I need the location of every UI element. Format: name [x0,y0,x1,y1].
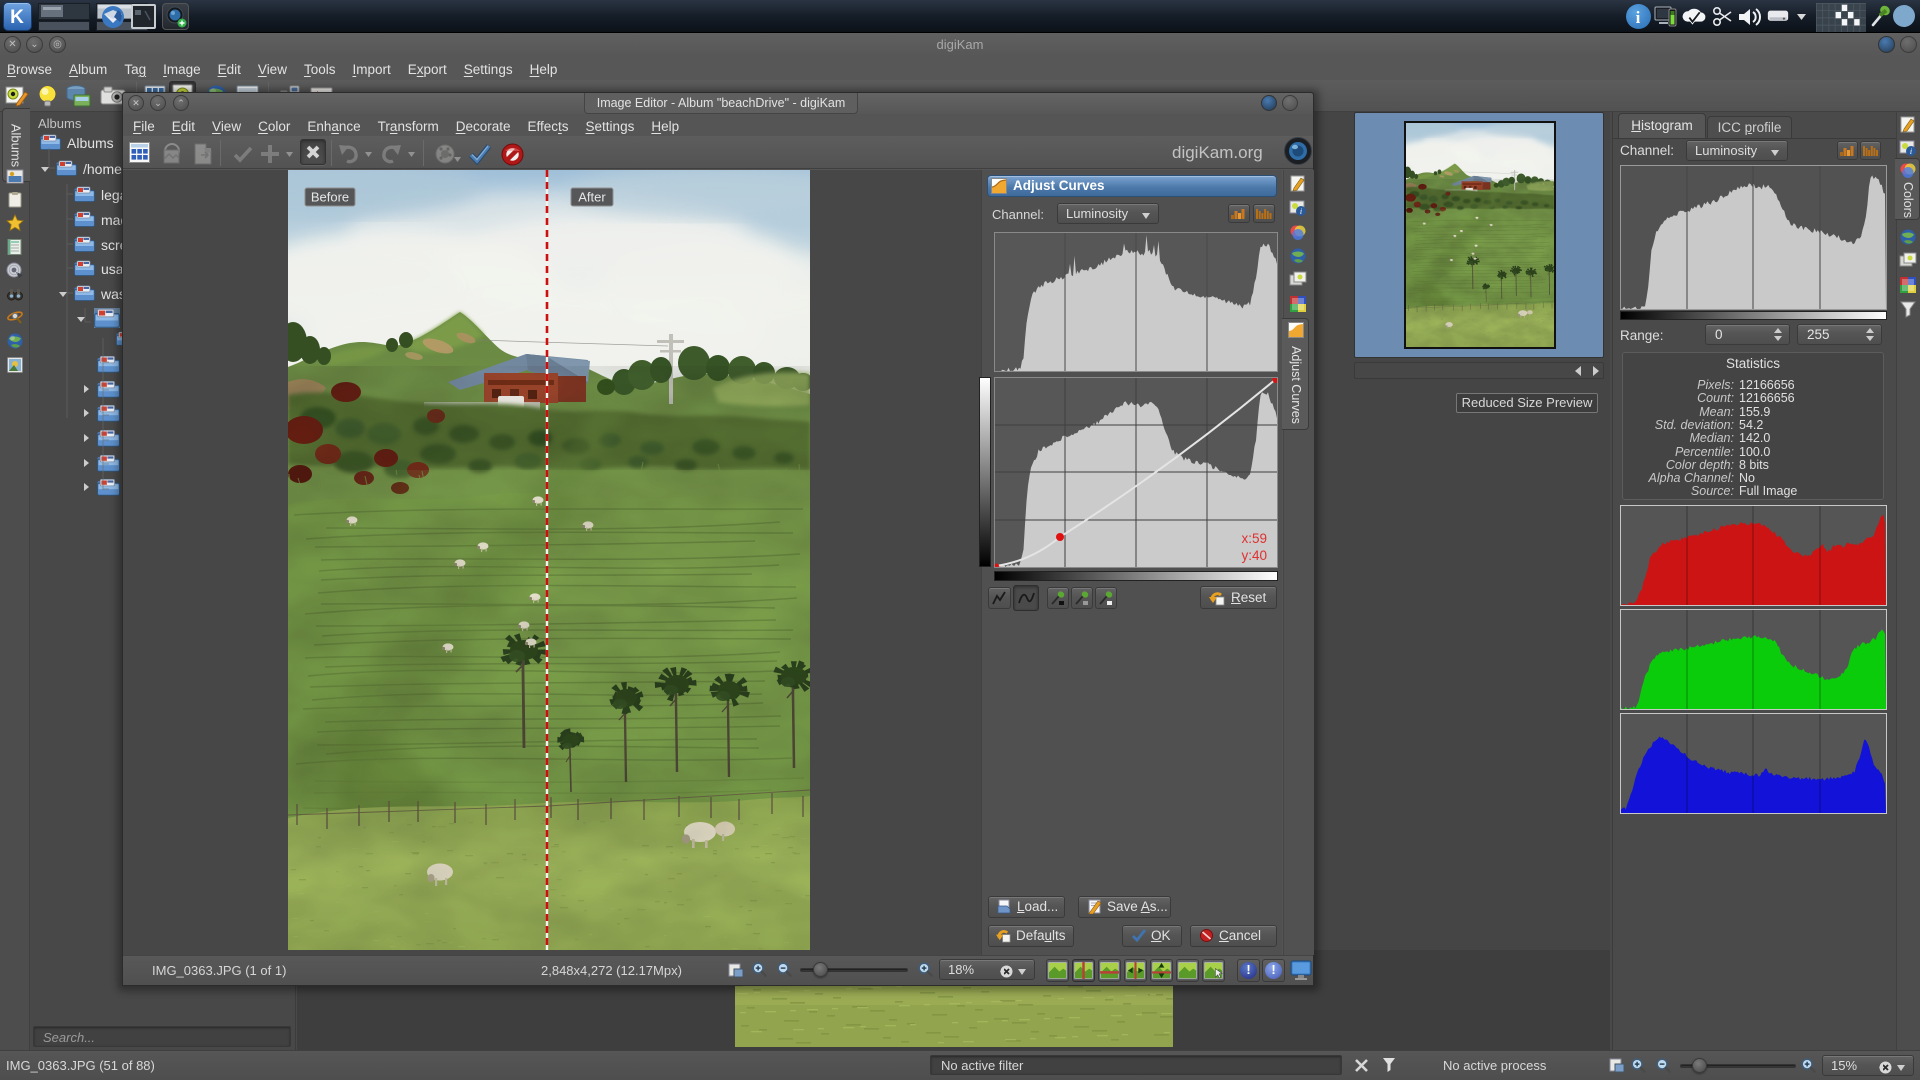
svg-text:x:59: x:59 [1241,531,1267,546]
svg-text:i: i [1636,8,1641,27]
svg-text:i: i [1910,147,1912,156]
svg-text:K: K [10,7,24,28]
svg-text:i: i [1300,207,1302,216]
svg-text:After: After [578,190,606,205]
svg-text:y:40: y:40 [1241,548,1267,563]
svg-text:Before: Before [311,190,349,205]
